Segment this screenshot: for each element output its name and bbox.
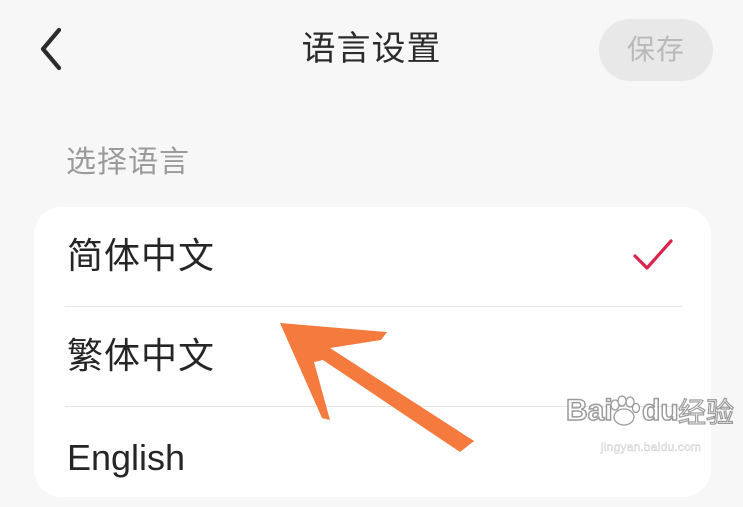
language-card: 简体中文 繁体中文 English (34, 207, 711, 497)
check-icon (633, 239, 673, 270)
language-option-english[interactable]: English (34, 407, 711, 507)
language-label: 繁体中文 (67, 336, 216, 377)
section-label: 选择语言 (66, 145, 190, 180)
language-option-simplified-chinese[interactable]: 简体中文 (34, 207, 711, 307)
language-label: 简体中文 (67, 236, 216, 277)
language-label: English (67, 437, 186, 478)
navigation-header: 语言设置 保存 (0, 0, 743, 100)
save-button[interactable]: 保存 (599, 19, 713, 81)
language-option-traditional-chinese[interactable]: 繁体中文 (34, 307, 711, 407)
